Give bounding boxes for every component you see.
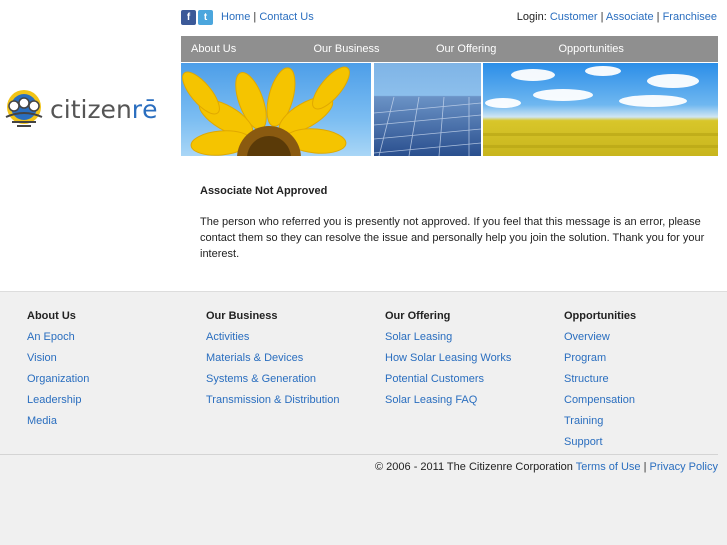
solar-panel-image xyxy=(374,63,481,156)
separator: | xyxy=(597,11,606,23)
login-associate-link[interactable]: Associate xyxy=(606,11,654,23)
footer-link-media[interactable]: Media xyxy=(27,415,89,427)
citizenre-logo[interactable]: citizenrē xyxy=(2,84,172,134)
footer-column-our-offering: Our Offering Solar Leasing How Solar Lea… xyxy=(385,310,511,415)
footer-heading: Opportunities xyxy=(564,310,637,322)
login-label: Login: xyxy=(516,11,547,23)
login-customer-link[interactable]: Customer xyxy=(550,11,598,23)
nav-our-offering[interactable]: Our Offering xyxy=(426,43,549,55)
login-links: Login: Customer | Associate | Franchisee xyxy=(517,11,717,23)
footer-link-how-solar-leasing-works[interactable]: How Solar Leasing Works xyxy=(385,352,511,364)
facebook-icon[interactable]: f xyxy=(181,9,196,25)
top-bar: f t Home | Contact Us Login: Customer | … xyxy=(181,8,727,26)
logo-wordmark: citizenrē xyxy=(50,95,157,124)
main-content: Associate Not Approved The person who re… xyxy=(200,185,715,262)
footer-link-leadership[interactable]: Leadership xyxy=(27,394,89,406)
nav-about-us[interactable]: About Us xyxy=(181,43,304,55)
separator: | xyxy=(653,11,663,23)
footer-link-training[interactable]: Training xyxy=(564,415,636,427)
footer-link-vision[interactable]: Vision xyxy=(27,352,89,364)
separator: | xyxy=(640,461,650,473)
footer-link-transmission-distribution[interactable]: Transmission & Distribution xyxy=(206,394,339,406)
home-link[interactable]: Home xyxy=(221,11,250,23)
contact-us-link[interactable]: Contact Us xyxy=(259,11,313,23)
footer-column-opportunities: Opportunities Overview Program Structure… xyxy=(564,310,636,457)
sun-people-logo-icon xyxy=(5,90,43,127)
footer-column-our-business: Our Business Activities Materials & Devi… xyxy=(206,310,339,415)
footer-column-about-us: About Us An Epoch Vision Organization Le… xyxy=(27,310,89,436)
footer-link-organization[interactable]: Organization xyxy=(27,373,89,385)
footer-link-overview[interactable]: Overview xyxy=(564,331,636,343)
terms-of-use-link[interactable]: Terms of Use xyxy=(576,461,641,473)
message-body: The person who referred you is presently… xyxy=(200,216,705,260)
footer-link-solar-leasing-faq[interactable]: Solar Leasing FAQ xyxy=(385,394,511,406)
sunflower-image xyxy=(181,63,371,156)
footer-link-support[interactable]: Support xyxy=(564,436,636,448)
main-nav: About Us Our Business Our Offering Oppor… xyxy=(181,36,718,62)
rapeseed-field-image xyxy=(483,63,718,156)
footer-link-activities[interactable]: Activities xyxy=(206,331,339,343)
banner xyxy=(181,63,718,156)
footer-link-structure[interactable]: Structure xyxy=(564,373,636,385)
footer-link-an-epoch[interactable]: An Epoch xyxy=(27,331,89,343)
login-franchisee-link[interactable]: Franchisee xyxy=(663,11,717,23)
footer: About Us An Epoch Vision Organization Le… xyxy=(0,291,727,545)
privacy-policy-link[interactable]: Privacy Policy xyxy=(650,461,718,473)
footer-heading: Our Business xyxy=(206,310,278,322)
logo-text-accent: rē xyxy=(131,94,158,124)
top-links: Home | Contact Us xyxy=(221,11,314,23)
twitter-icon[interactable]: t xyxy=(198,9,213,25)
social-links: f t xyxy=(181,9,213,25)
copyright-text: © 2006 - 2011 The Citizenre Corporation xyxy=(375,461,573,473)
footer-link-materials-devices[interactable]: Materials & Devices xyxy=(206,352,339,364)
footer-link-potential-customers[interactable]: Potential Customers xyxy=(385,373,511,385)
page-title: Associate Not Approved xyxy=(200,185,328,197)
footer-link-program[interactable]: Program xyxy=(564,352,636,364)
nav-our-business[interactable]: Our Business xyxy=(304,43,427,55)
footer-heading: Our Offering xyxy=(385,310,451,322)
footer-divider xyxy=(0,454,718,455)
logo-text-main: citizen xyxy=(50,94,132,124)
footer-link-compensation[interactable]: Compensation xyxy=(564,394,636,406)
copyright-bar: © 2006 - 2011 The Citizenre Corporation … xyxy=(375,461,718,473)
footer-heading: About Us xyxy=(27,310,76,322)
footer-link-solar-leasing[interactable]: Solar Leasing xyxy=(385,331,511,343)
footer-link-systems-generation[interactable]: Systems & Generation xyxy=(206,373,339,385)
nav-opportunities[interactable]: Opportunities xyxy=(549,43,672,55)
